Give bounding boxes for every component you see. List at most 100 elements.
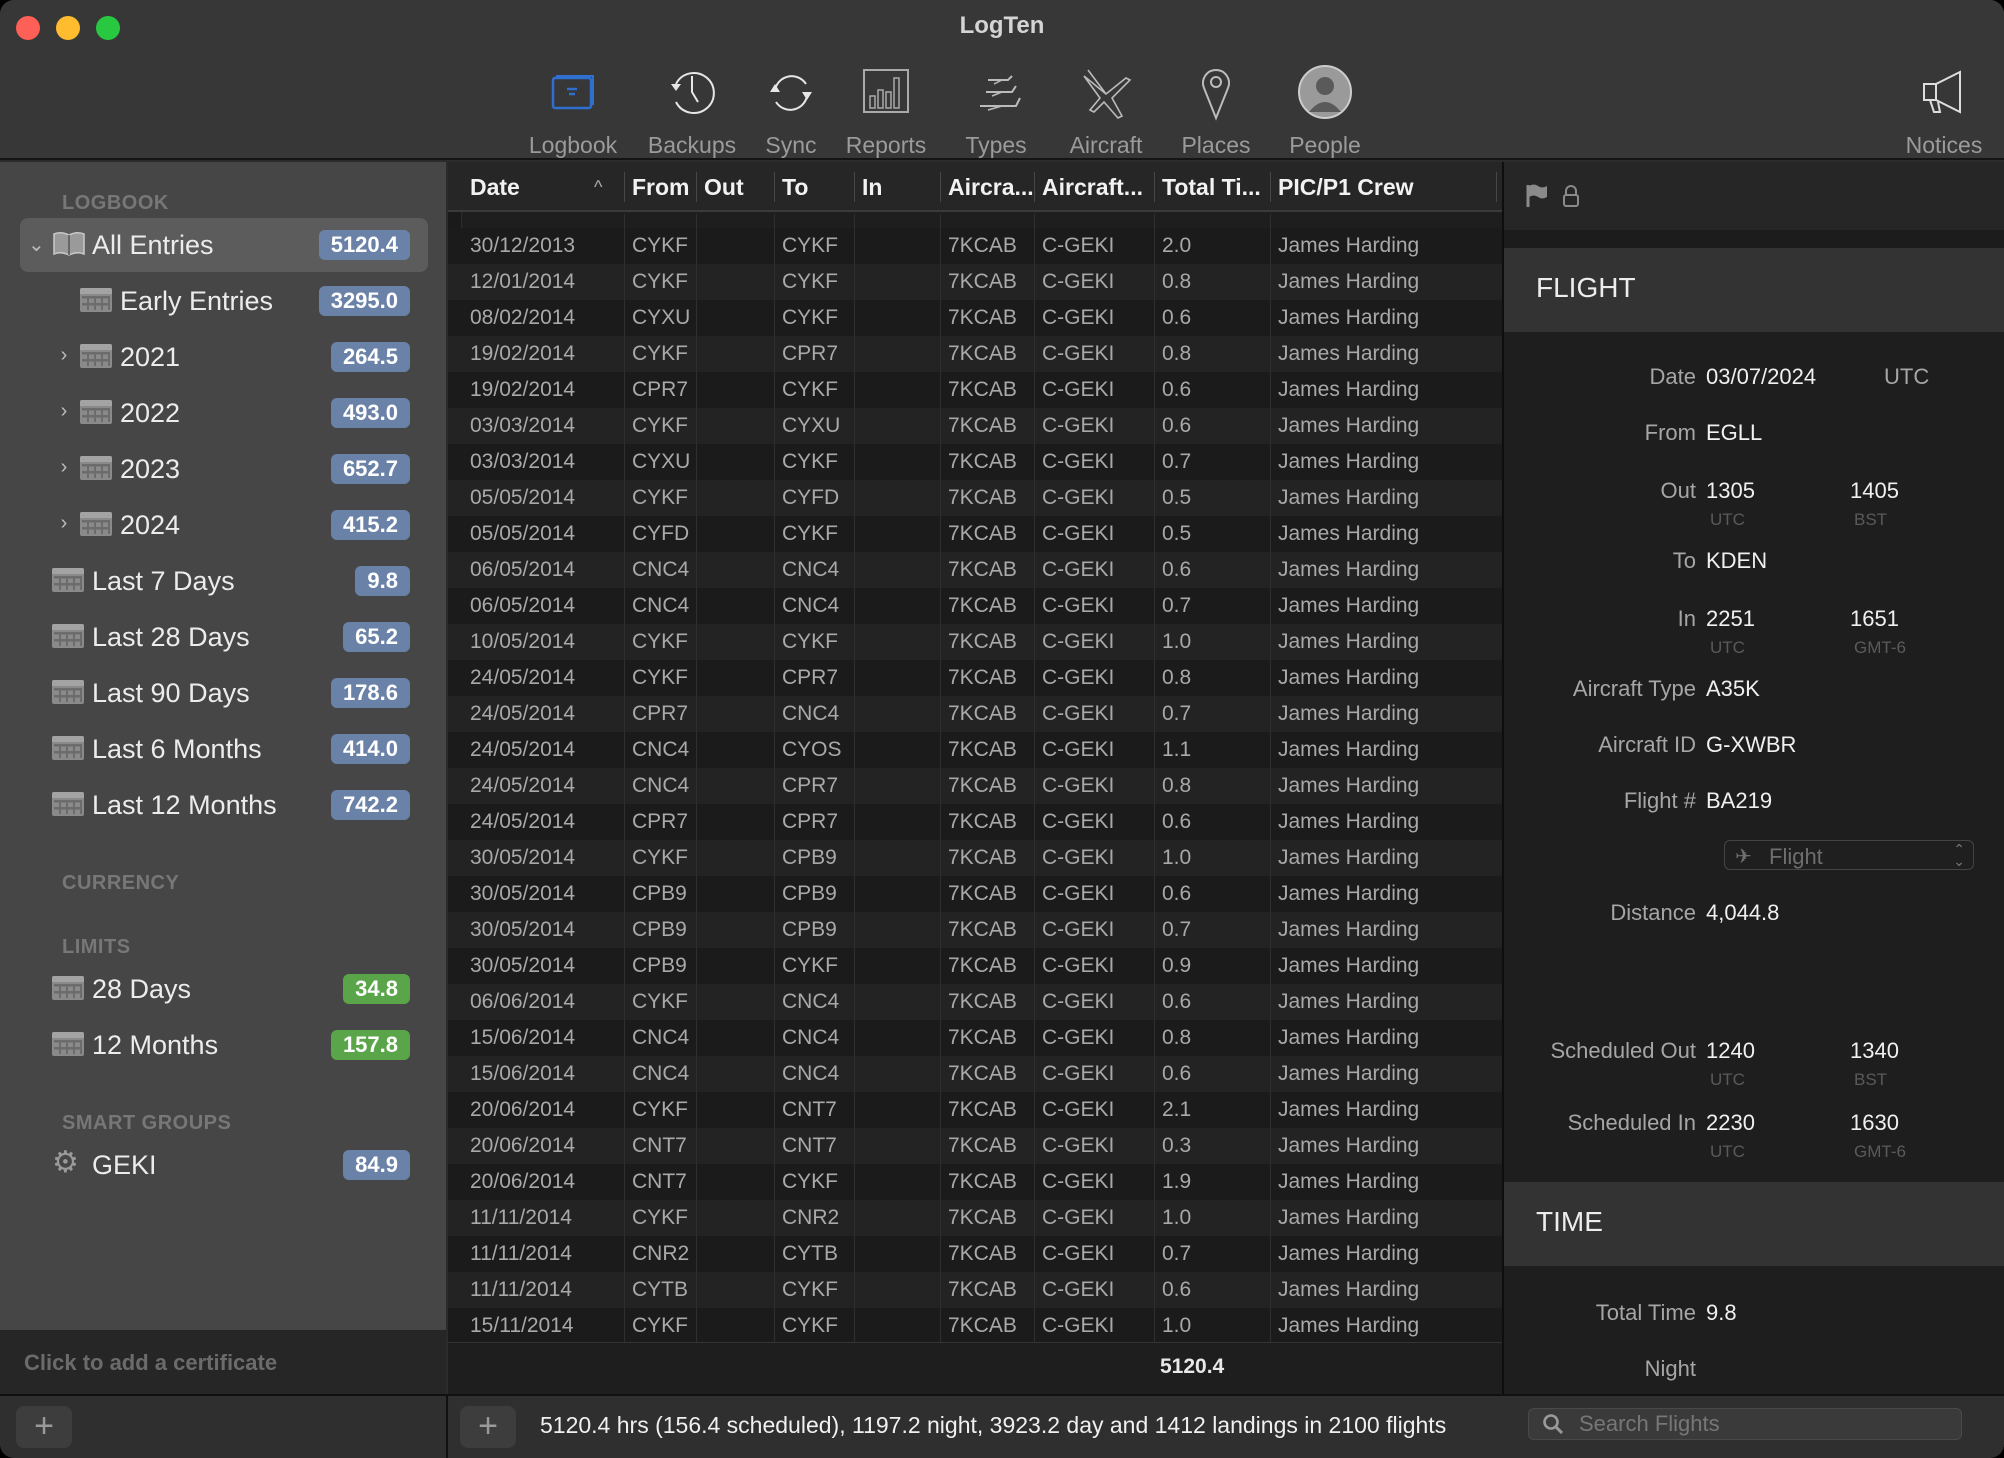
date-timezone[interactable]: UTC	[1884, 364, 1929, 390]
date-field[interactable]: 03/07/2024	[1706, 364, 1816, 390]
from-field[interactable]: EGLL	[1706, 420, 1762, 446]
flight-number-field[interactable]: BA219	[1706, 788, 1772, 814]
sidebar-item-label: Last 28 Days	[92, 622, 250, 652]
table-row[interactable]: 08/02/2014 CYXU CYKF 7KCAB C-GEKI 0.6 James Ha…	[448, 300, 1502, 336]
sidebar-item-2023[interactable]: › 2023 652.7	[20, 442, 428, 496]
table-row[interactable]: 20/06/2014 CYKF CNT7 7KCAB C-GEKI 2.1 James Ha…	[448, 1092, 1502, 1128]
toolbar-types-button[interactable]: Types	[936, 62, 1056, 159]
add-certificate-area[interactable]: Click to add a certificate	[0, 1330, 446, 1394]
search-flights-field[interactable]	[1528, 1408, 1962, 1440]
column-header-in[interactable]: In	[854, 162, 940, 212]
sidebar-item-2024[interactable]: › 2024 415.2	[20, 498, 428, 552]
toolbar-places-button[interactable]: Places	[1156, 62, 1276, 159]
table-row[interactable]: 06/05/2014 CNC4 CNC4 7KCAB C-GEKI 0.7 James Ha…	[448, 588, 1502, 624]
cell-to: CYFD	[782, 486, 840, 509]
chevron-right-icon[interactable]: ›	[56, 456, 72, 479]
to-field[interactable]: KDEN	[1706, 548, 1767, 574]
sidebar-item-last-90-days[interactable]: Last 90 Days 178.6	[20, 666, 428, 720]
table-row[interactable]: 30/05/2014 CPB9 CPB9 7KCAB C-GEKI 0.7 James Ha…	[448, 912, 1502, 948]
table-row[interactable]: 15/11/2014 CYKF CYKF 7KCAB C-GEKI 1.0 James Ha…	[448, 1308, 1502, 1344]
table-row[interactable]: 15/06/2014 CNC4 CNC4 7KCAB C-GEKI 0.8 James Ha…	[448, 1020, 1502, 1056]
table-row[interactable]: 05/05/2014 CYKF CYFD 7KCAB C-GEKI 0.5 James Ha…	[448, 480, 1502, 516]
scheduled-out-local-field[interactable]: 1340	[1850, 1038, 1899, 1064]
table-row[interactable]: 30/12/2013 CYKF CYKF 7KCAB C-GEKI 2.0 James Ha…	[448, 228, 1502, 264]
column-header-out[interactable]: Out	[696, 162, 772, 212]
total-time-field[interactable]: 9.8	[1706, 1300, 1737, 1326]
table-row[interactable]: 24/05/2014 CPR7 CPR7 7KCAB C-GEKI 0.6 James Ha…	[448, 804, 1502, 840]
chevron-right-icon[interactable]: ›	[56, 344, 72, 367]
aircraft-type-field[interactable]: A35K	[1706, 676, 1760, 702]
table-row[interactable]: 24/05/2014 CYKF CPR7 7KCAB C-GEKI 0.8 James Ha…	[448, 660, 1502, 696]
aircraft-id-label: Aircraft ID	[1598, 732, 1696, 757]
column-header-aircraft-id[interactable]: Aircraft...	[1034, 162, 1154, 212]
table-row[interactable]: 11/11/2014 CNR2 CYTB 7KCAB C-GEKI 0.7 James Ha…	[448, 1236, 1502, 1272]
sidebar-item-limit-28-days[interactable]: 28 Days 34.8	[20, 962, 428, 1016]
hours-badge: 3295.0	[318, 286, 410, 316]
cell-out	[696, 696, 704, 732]
table-row[interactable]: 30/05/2014 CYKF CPB9 7KCAB C-GEKI 1.0 James Ha…	[448, 840, 1502, 876]
table-row[interactable]: 12/01/2014 CYKF CYKF 7KCAB C-GEKI 0.8 James Ha…	[448, 264, 1502, 300]
sidebar-item-early-entries[interactable]: Early Entries 3295.0	[20, 274, 428, 328]
toolbar-people-button[interactable]: People	[1265, 62, 1385, 159]
sidebar-item-smart-group-geki[interactable]: ⚙ GEKI 84.9	[20, 1138, 428, 1192]
column-header-aircraft-type[interactable]: Aircra...	[940, 162, 1034, 212]
add-certificate-button[interactable]: +	[16, 1406, 72, 1448]
chevron-right-icon[interactable]: ›	[56, 400, 72, 423]
table-row[interactable]: 30/05/2014 CPB9 CYKF 7KCAB C-GEKI 0.9 James Ha…	[448, 948, 1502, 984]
sidebar-item-last-7-days[interactable]: Last 7 Days 9.8	[20, 554, 428, 608]
table-row[interactable]: 05/05/2014 CYFD CYKF 7KCAB C-GEKI 0.5 James Ha…	[448, 516, 1502, 552]
column-header-from[interactable]: From	[624, 162, 696, 212]
table-row[interactable]: 20/06/2014 CNT7 CYKF 7KCAB C-GEKI 1.9 James Ha…	[448, 1164, 1502, 1200]
search-input[interactable]	[1579, 1409, 1949, 1439]
column-gridline	[774, 214, 775, 1342]
column-header-to[interactable]: To	[774, 162, 854, 212]
toolbar-aircraft-button[interactable]: Aircraft	[1046, 62, 1166, 159]
aircraft-id-field[interactable]: G-XWBR	[1706, 732, 1796, 758]
distance-field[interactable]: 4,044.8	[1706, 900, 1779, 926]
scheduled-in-utc-field[interactable]: 2230	[1706, 1110, 1755, 1136]
sidebar-item-last-28-days[interactable]: Last 28 Days 65.2	[20, 610, 428, 664]
toolbar-logbook-button[interactable]: Logbook	[513, 62, 633, 159]
sidebar-item-last-12-months[interactable]: Last 12 Months 742.2	[20, 778, 428, 832]
sidebar-item-2021[interactable]: › 2021 264.5	[20, 330, 428, 384]
chevron-down-icon[interactable]: ⌄	[28, 232, 45, 257]
sidebar-item-2022[interactable]: › 2022 493.0	[20, 386, 428, 440]
table-row[interactable]: 10/05/2014 CYKF CYKF 7KCAB C-GEKI 1.0 James Ha…	[448, 624, 1502, 660]
table-row[interactable]: 06/05/2014 CNC4 CNC4 7KCAB C-GEKI 0.6 James Ha…	[448, 552, 1502, 588]
in-local-field[interactable]: 1651	[1850, 606, 1899, 632]
table-row[interactable]: 11/11/2014 CYTB CYKF 7KCAB C-GEKI 0.6 James Ha…	[448, 1272, 1502, 1308]
column-header-pic-crew[interactable]: PIC/P1 Crew	[1270, 162, 1490, 212]
toolbar-reports-button[interactable]: Reports	[826, 62, 946, 159]
sidebar-item-limit-12-months[interactable]: 12 Months 157.8	[20, 1018, 428, 1072]
table-row[interactable]: 30/05/2014 CPB9 CPB9 7KCAB C-GEKI 0.6 James Ha…	[448, 876, 1502, 912]
table-row[interactable]: 15/06/2014 CNC4 CNC4 7KCAB C-GEKI 0.6 James Ha…	[448, 1056, 1502, 1092]
sidebar-item-label: 28 Days	[92, 974, 192, 1004]
table-row[interactable]: 24/05/2014 CPR7 CNC4 7KCAB C-GEKI 0.7 James Ha…	[448, 696, 1502, 732]
scheduled-in-local-field[interactable]: 1630	[1850, 1110, 1899, 1136]
out-local-field[interactable]: 1405	[1850, 478, 1899, 504]
table-row[interactable]: 06/06/2014 CYKF CNC4 7KCAB C-GEKI 0.6 James Ha…	[448, 984, 1502, 1020]
table-row[interactable]: 24/05/2014 CNC4 CYOS 7KCAB C-GEKI 1.1 James Ha…	[448, 732, 1502, 768]
table-row[interactable]: 11/11/2014 CYKF CNR2 7KCAB C-GEKI 1.0 James Ha…	[448, 1200, 1502, 1236]
table-row[interactable]: 24/05/2014 CNC4 CPR7 7KCAB C-GEKI 0.8 James Ha…	[448, 768, 1502, 804]
table-row[interactable]: 19/02/2014 CYKF CPR7 7KCAB C-GEKI 0.8 James Ha…	[448, 336, 1502, 372]
megaphone-icon	[1923, 70, 1961, 114]
cell-to: CYXU	[782, 414, 841, 437]
table-row[interactable]: 03/03/2014 CYKF CYXU 7KCAB C-GEKI 0.6 James Ha…	[448, 408, 1502, 444]
out-utc-field[interactable]: 1305	[1706, 478, 1755, 504]
table-row[interactable]: 03/03/2014 CYXU CYKF 7KCAB C-GEKI 0.7 James Ha…	[448, 444, 1502, 480]
chevron-right-icon[interactable]: ›	[56, 512, 72, 535]
add-flight-button[interactable]: +	[460, 1406, 516, 1448]
cell-total-time: 0.8	[1162, 774, 1192, 797]
table-row[interactable]: 19/02/2014 CPR7 CYKF 7KCAB C-GEKI 0.6 James Ha…	[448, 372, 1502, 408]
table-row[interactable]: 20/06/2014 CNT7 CNT7 7KCAB C-GEKI 0.3 James Ha…	[448, 1128, 1502, 1164]
column-header-total-time[interactable]: Total Ti...	[1154, 162, 1270, 212]
sidebar-item-last-6-months[interactable]: Last 6 Months 414.0	[20, 722, 428, 776]
sidebar-item-all-entries[interactable]: ⌄ All Entries 5120.4	[20, 218, 428, 272]
lock-icon[interactable]	[1562, 184, 1580, 208]
flight-kind-select[interactable]: ✈ Flight ⌃ ⌄	[1724, 840, 1974, 870]
scheduled-out-utc-field[interactable]: 1240	[1706, 1038, 1755, 1064]
in-utc-field[interactable]: 2251	[1706, 606, 1755, 632]
flag-icon[interactable]	[1524, 182, 1550, 208]
toolbar-notices-button[interactable]: Notices	[1884, 62, 2004, 159]
